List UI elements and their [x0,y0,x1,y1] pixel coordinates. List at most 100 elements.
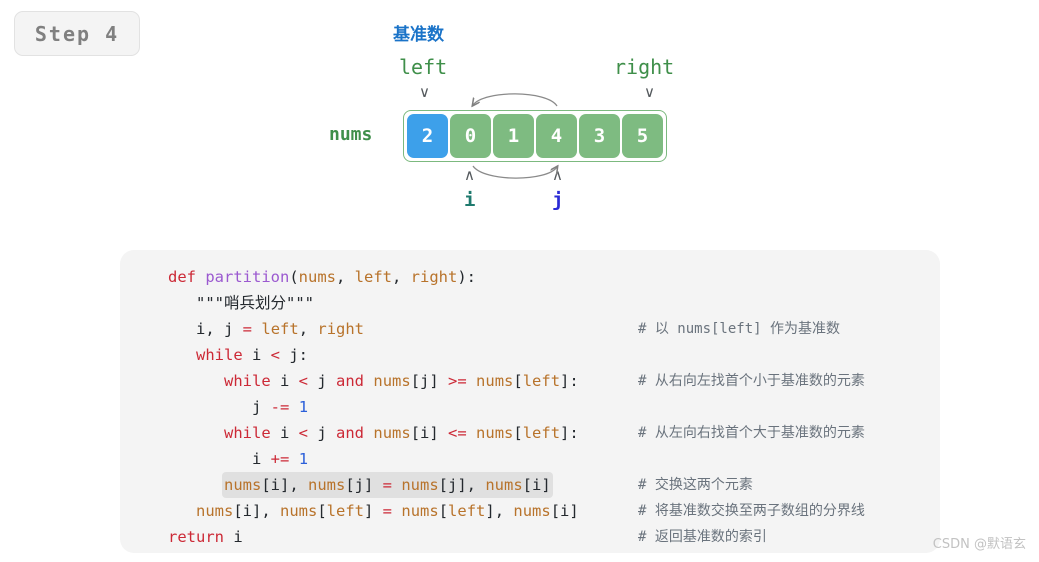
code-comment: # 交换这两个元素 [638,477,753,493]
code-token: def [168,268,206,286]
code-token: while [224,424,280,442]
code-token: i, j [196,320,243,338]
code-token: ]: [560,372,579,390]
code-line: return i # 返回基准数的索引 [120,524,940,550]
code-token: right [317,320,365,338]
code-comment: # 以 nums[left] 作为基准数 [638,321,841,337]
code-token: partition [205,268,290,286]
i-caret-icon: ∧ [464,166,475,184]
code-token: <= [448,424,467,442]
code-token: [i], [233,502,280,520]
code-token: left [522,424,561,442]
code-token: nums [401,476,439,494]
code-line-text: i += 1 [250,446,310,472]
code-token: nums [196,502,234,520]
code-line-text: i, j = left, right [194,316,366,342]
code-comment: # 返回基准数的索引 [638,529,767,545]
array-container: 201435 [403,110,667,162]
code-token: [ [513,424,523,442]
code-token: < [298,372,309,390]
code-token: nums [401,502,439,520]
code-line: i, j = left, right # 以 nums[left] 作为基准数 [120,316,940,342]
array-cell: 2 [407,114,448,158]
code-token: = [382,476,392,494]
j-pointer-label: j [552,189,564,211]
right-pointer-label: right [614,55,675,79]
code-token: j [252,398,271,416]
code-line: nums[i], nums[left] = nums[left], nums[i… [120,498,940,524]
code-token: < [270,346,281,364]
code-token: nums [224,476,262,494]
code-token: ( [289,268,299,286]
code-token: , [392,268,411,286]
code-line: def partition(nums, left, right): [120,264,940,290]
code-token: ] [364,502,383,520]
code-token: i [280,372,299,390]
code-token: nums [373,424,411,442]
pivot-label: 基准数 [393,25,444,45]
code-token: left [354,268,392,286]
code-comment: # 将基准数交换至两子数组的分界线 [638,503,865,519]
code-token: [i] [550,502,579,520]
code-comment: # 从右向左找首个小于基准数的元素 [638,373,865,389]
code-token: left [326,502,364,520]
array-cell: 1 [493,114,534,158]
code-line: while i < j and nums[i] <= nums[left]: # … [120,420,940,446]
code-line: j -= 1 [120,394,940,420]
code-token: [i], [261,476,308,494]
left-pointer-label: left [399,55,448,79]
code-token: nums [485,476,523,494]
code-token: = [242,320,253,338]
array-cell: 0 [450,114,491,158]
code-line-text: return i [166,524,245,550]
code-line-text: nums[i], nums[j] = nums[j], nums[i] [222,472,553,498]
code-token: i [252,450,271,468]
nums-array-label: nums [329,124,373,145]
code-token: 1 [298,398,309,416]
array-cell: 4 [536,114,577,158]
code-line-text: """哨兵划分""" [194,290,316,316]
code-token: while [224,372,280,390]
code-token: [ [438,502,449,520]
right-caret-icon: ∨ [644,83,655,101]
watermark: CSDN @默语玄 [932,537,1026,552]
i-pointer-label: i [464,189,476,211]
code-token: """哨兵划分""" [196,294,314,312]
code-line-text: def partition(nums, left, right): [166,264,478,290]
code-token: [j] [410,372,449,390]
code-token: right [410,268,458,286]
array-cell: 5 [622,114,663,158]
code-token: nums [373,372,411,390]
array-diagram: 基准数 left right nums ∨ ∨ ∧ ∧ i j 201435 [0,0,1039,235]
code-token: left [261,320,299,338]
code-token: ], [485,502,514,520]
code-token: while [196,346,252,364]
code-line-text: while i < j and nums[j] >= nums[left]: [222,368,581,394]
code-token: nums [308,476,346,494]
code-line-text: j -= 1 [250,394,310,420]
code-token: j: [280,346,309,364]
code-token: [ [317,502,327,520]
code-token: += [270,450,290,468]
code-line: """哨兵划分""" [120,290,940,316]
array-cell: 3 [579,114,620,158]
code-token: nums [280,502,318,520]
code-token: j [308,372,337,390]
code-token: [i] [410,424,449,442]
code-token: i [252,346,271,364]
code-token: and [336,372,365,390]
code-token: and [336,424,365,442]
left-caret-icon: ∨ [419,83,430,101]
code-token: left [522,372,561,390]
code-token: ]: [560,424,579,442]
code-token: nums [476,372,514,390]
j-caret-icon: ∧ [552,166,563,184]
code-line-text: while i < j and nums[i] <= nums[left]: [222,420,581,446]
